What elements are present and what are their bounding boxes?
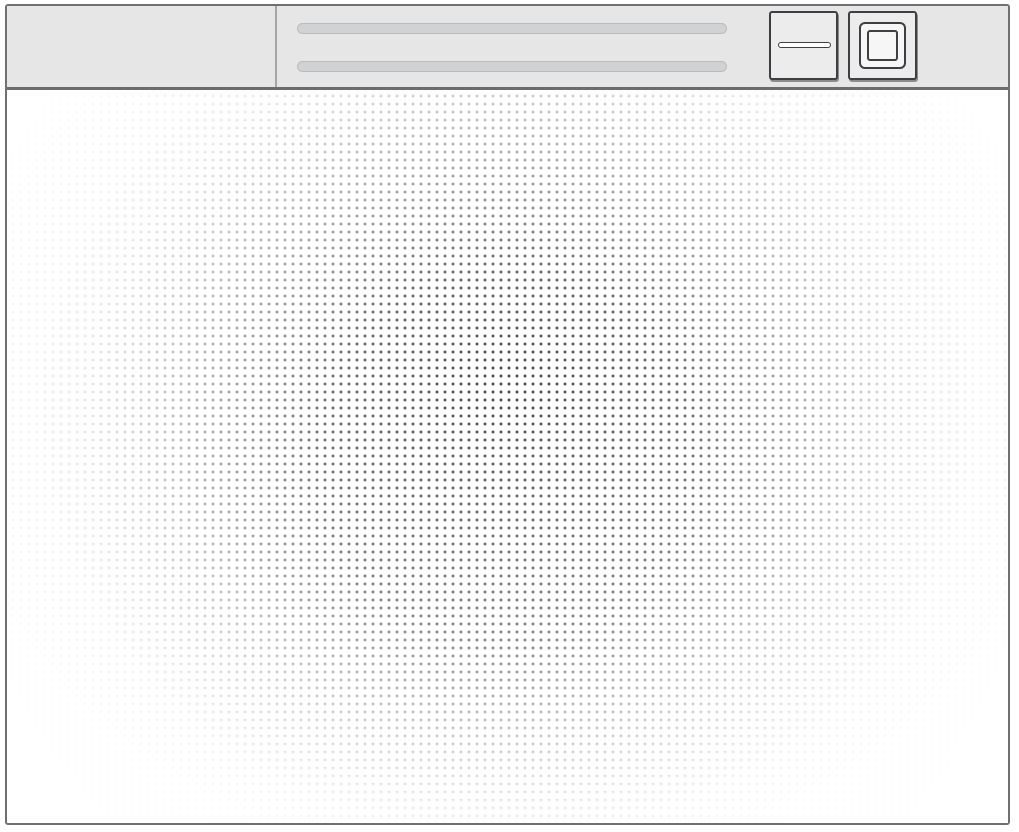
title-placeholder-line-1 [297, 23, 727, 34]
maximize-icon [859, 22, 906, 69]
app-window [5, 4, 1010, 825]
content-area[interactable] [7, 90, 1008, 823]
maximize-button[interactable] [848, 11, 917, 80]
title-bar[interactable] [7, 6, 1008, 90]
title-bar-left-region [7, 6, 277, 87]
title-placeholder-line-2 [297, 61, 727, 72]
dot-pattern-fade [7, 90, 1008, 823]
minimize-icon [778, 42, 831, 48]
minimize-button[interactable] [769, 11, 838, 80]
